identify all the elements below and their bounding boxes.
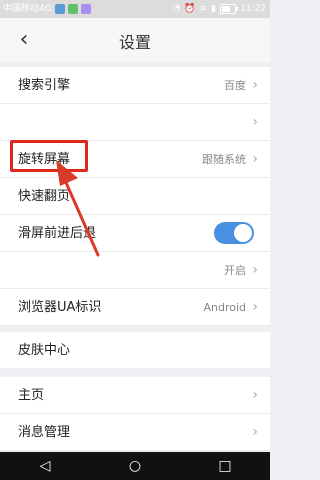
nav-recents-icon[interactable]: □ [216,457,234,475]
carrier-text: 中国移动4G [3,4,52,14]
settings-screen: 中国移动4G ◔ ⏰ ≋ ▮ 11:22 ‹ 设置 搜索引擎 百度 › › 旋转… [0,0,270,480]
row-swipe-navigation[interactable]: 滑屏前进后退 [0,215,270,252]
nav-back-icon[interactable]: ◁ [36,457,54,475]
chevron-right-icon: › [252,387,258,403]
headphone-icon: ◔ [172,4,181,14]
status-bar: 中国移动4G ◔ ⏰ ≋ ▮ 11:22 [0,0,270,18]
row-skin-center[interactable]: 皮肤中心 [0,332,270,369]
row-label: 浏览器UA标识 [18,300,102,315]
row-label: 搜索引擎 [18,78,71,93]
battery-icon [220,4,239,14]
row-fast-page-flip[interactable]: 快速翻页 [0,178,270,215]
chevron-right-icon: › [252,77,258,93]
app-icon [67,4,78,14]
time-text: 11:22 [240,4,266,14]
row-label: 消息管理 [18,425,71,440]
header-bar: ‹ 设置 [0,18,270,62]
status-right: ◔ ⏰ ≋ ▮ 11:22 [172,0,266,18]
swipe-navigation-toggle[interactable] [214,222,254,244]
row-empty[interactable]: › [0,104,270,141]
row-label: 滑屏前进后退 [18,226,97,241]
signal-icon: ▮ [211,4,217,14]
app-icon [80,4,91,14]
navigation-bar: ◁ ○ □ [0,452,270,480]
row-search-engine[interactable]: 搜索引擎 百度 › [0,67,270,104]
row-home[interactable]: 主页 › [0,377,270,414]
row-label: 主页 [18,388,45,403]
highlight-box [10,140,88,172]
status-left: 中国移动4G [3,0,91,18]
alarm-icon: ⏰ [184,4,196,14]
row-value: 开启 [224,264,246,277]
chevron-right-icon: › [252,262,258,278]
chevron-right-icon: › [252,424,258,440]
row-value: 百度 [224,79,246,92]
toggle-knob [234,224,252,242]
row-message-management[interactable]: 消息管理 › [0,414,270,451]
wifi-icon: ≋ [199,4,208,14]
chevron-right-icon: › [252,114,258,130]
row-label: 快速翻页 [18,189,71,204]
row-ua-identifier[interactable]: 浏览器UA标识 Android › [0,289,270,326]
notification-icon [54,4,65,14]
row-label: 皮肤中心 [18,343,71,358]
chevron-right-icon: › [252,151,258,167]
chevron-right-icon: › [252,299,258,315]
row-value: 跟随系统 [202,153,246,166]
page-title: 设置 [118,33,151,52]
row-open[interactable]: 开启 › [0,252,270,289]
nav-home-icon[interactable]: ○ [126,457,144,475]
row-value: Android [203,301,246,314]
